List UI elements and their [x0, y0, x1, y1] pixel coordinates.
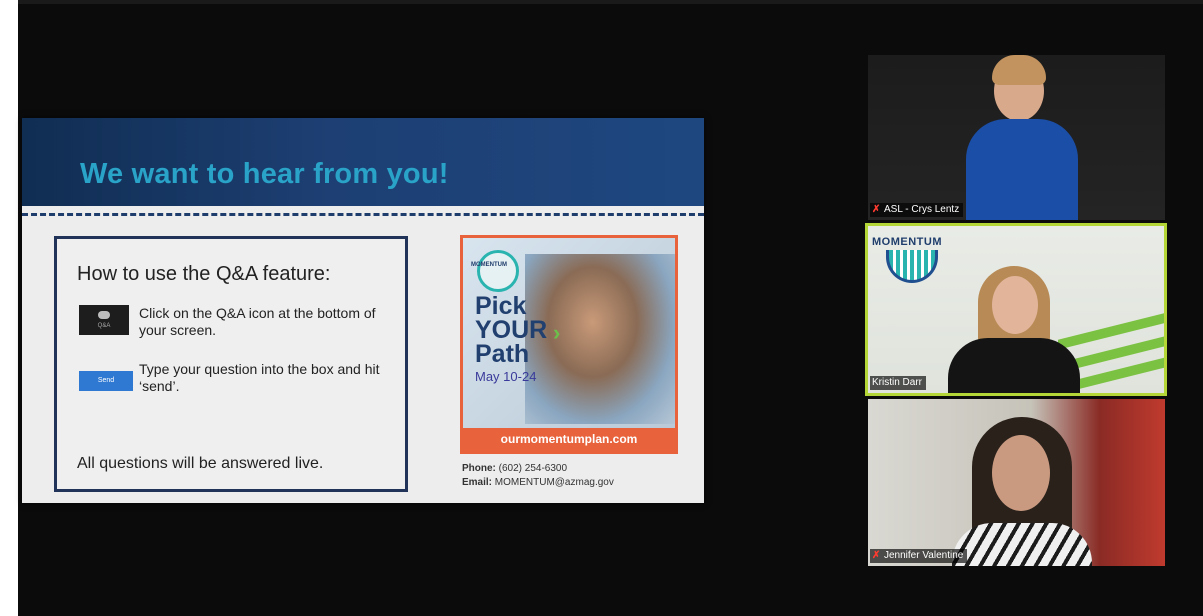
participant-hair [992, 55, 1046, 85]
poster-logo-text: MOMENTUM [471, 262, 507, 268]
momentum-logo-icon [477, 250, 519, 292]
qa-icon: Q&A [79, 305, 129, 335]
qa-icon-caption: Q&A [97, 323, 111, 329]
email-label: Email: [462, 477, 493, 488]
qa-instructions-box: How to use the Q&A feature: Q&A Click on… [54, 236, 408, 492]
send-button-illustration: Send [79, 371, 133, 391]
slide-divider [22, 213, 704, 216]
contact-info: Phone: (602) 254-6300 Email: MOMENTUM@az… [462, 462, 614, 490]
participant-name: ASL - Crys Lentz [884, 204, 960, 215]
momentum-logo-icon [886, 250, 938, 283]
participant-name-tag: Kristin Darr [870, 376, 927, 390]
participant-video-tile[interactable]: ✗ Jennifer Valentine [868, 399, 1165, 566]
left-edge-strip [0, 0, 18, 616]
chat-bubble-icon [98, 311, 110, 319]
qa-step-2: Type your question into the box and hit … [139, 361, 380, 394]
participant-figure [992, 435, 1050, 511]
arrow-right-icon: › [553, 320, 561, 345]
top-edge [18, 0, 1203, 4]
phone-label: Phone: [462, 463, 496, 474]
phone-number: (602) 254-6300 [495, 463, 568, 474]
momentum-logo-text: MOMENTUM [872, 236, 942, 248]
slide-header: We want to hear from you! [22, 118, 704, 206]
poster-pick: Pick [475, 292, 527, 320]
poster-date: May 10-24 [475, 369, 537, 384]
participant-name-tag: ✗ Jennifer Valentine [870, 549, 968, 563]
participant-shirt [948, 338, 1080, 393]
participant-video-tile[interactable]: ✗ ASL - Crys Lentz [868, 55, 1165, 220]
qa-heading: How to use the Q&A feature: [77, 263, 331, 285]
microphone-muted-icon: ✗ [872, 203, 881, 215]
qa-step-1: Click on the Q&A icon at the bottom of y… [139, 305, 376, 338]
momentum-poster: MOMENTUM Pick YOUR Path › May 10-24 ourm… [460, 235, 678, 454]
participant-name: Jennifer Valentine [884, 550, 964, 561]
participant-shirt [952, 523, 1092, 566]
mag-logo [1070, 373, 1150, 387]
qa-footer: All questions will be answered live. [77, 455, 324, 472]
shared-screen-slide: We want to hear from you! How to use the… [22, 118, 704, 503]
participant-figure [992, 276, 1038, 334]
participant-name-tag: ✗ ASL - Crys Lentz [870, 203, 964, 217]
active-speaker-video-tile[interactable]: MOMENTUM Kristin Darr [865, 223, 1167, 396]
poster-path: Path [475, 340, 530, 368]
poster-url: ourmomentumplan.com [463, 428, 675, 451]
poster-photo [525, 254, 675, 424]
participant-shirt [966, 119, 1078, 220]
slide-title: We want to hear from you! [80, 158, 449, 190]
participant-name: Kristin Darr [872, 377, 923, 388]
microphone-muted-icon: ✗ [872, 549, 881, 561]
email-address: MOMENTUM@azmag.gov [492, 477, 614, 488]
poster-your: YOUR [475, 316, 548, 344]
